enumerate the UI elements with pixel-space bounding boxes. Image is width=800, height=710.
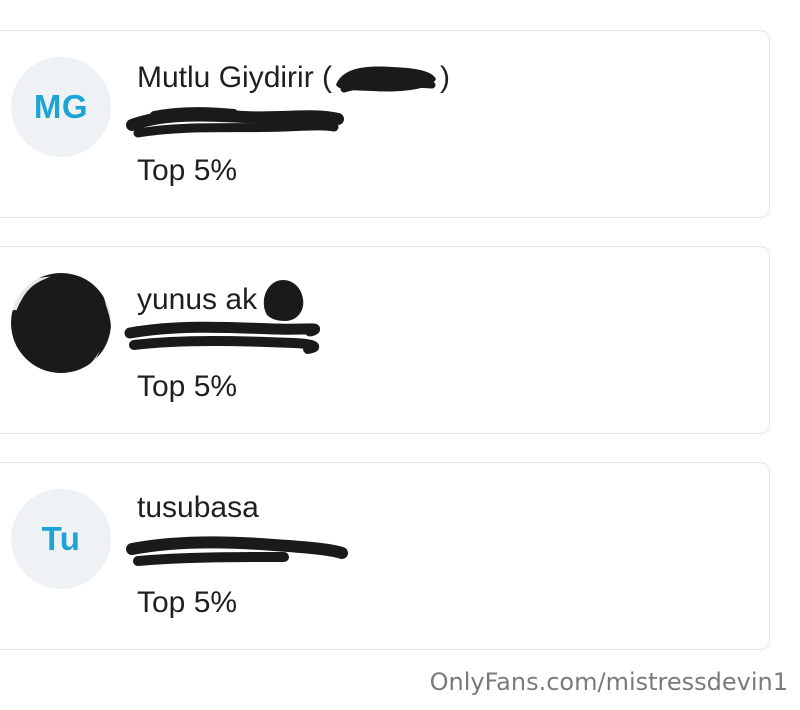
avatar[interactable]: Tu [11,489,111,589]
user-card-2[interactable]: yunus ak Top 5% [0,246,770,434]
handle-redaction [126,107,344,138]
rank-badge: Top 5% [137,586,238,619]
user-name: Mutlu Giydirir () [137,59,450,99]
avatar-redaction [11,273,111,373]
avatar[interactable] [11,273,111,373]
user-name: tusubasa [137,491,259,524]
user-card-1[interactable]: MG Mutlu Giydirir () Top 5% [0,30,770,218]
user-card-3[interactable]: Tu tusubasa Top 5% [0,462,770,650]
watermark: OnlyFans.com/mistressdevin1 [429,668,788,696]
redaction-mark [336,66,437,93]
avatar[interactable]: MG [11,57,111,157]
rank-badge: Top 5% [137,154,238,187]
handle-redaction [126,536,348,566]
handle-redaction [124,321,321,354]
rank-badge: Top 5% [137,370,238,403]
